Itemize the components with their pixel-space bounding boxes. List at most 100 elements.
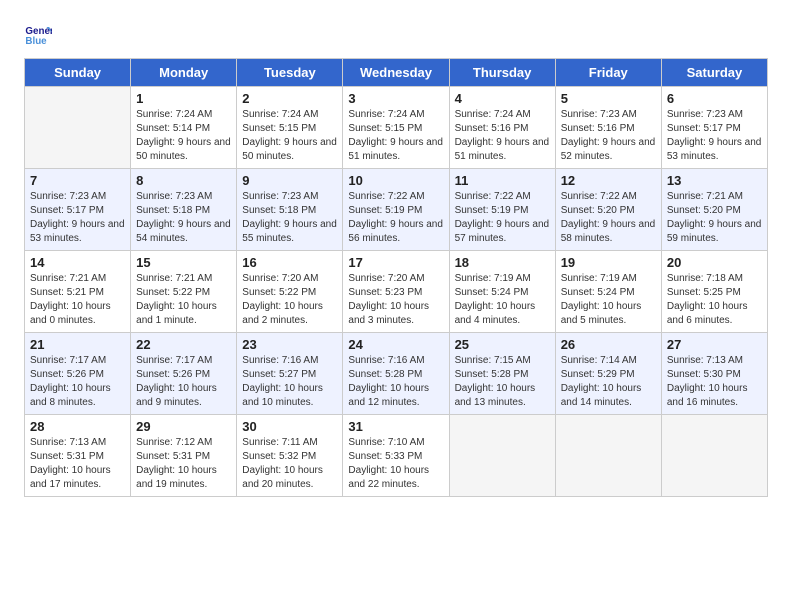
day-info: Sunrise: 7:11 AMSunset: 5:32 PMDaylight:… — [242, 436, 337, 492]
day-number: 21 — [30, 337, 125, 352]
day-number: 20 — [667, 255, 762, 270]
day-info: Sunrise: 7:21 AMSunset: 5:20 PMDaylight:… — [667, 190, 762, 246]
calendar-cell: 20 Sunrise: 7:18 AMSunset: 5:25 PMDayligh… — [661, 251, 767, 333]
calendar-cell: 1 Sunrise: 7:24 AMSunset: 5:14 PMDaylight… — [131, 87, 237, 169]
calendar-cell: 7 Sunrise: 7:23 AMSunset: 5:17 PMDaylight… — [25, 169, 131, 251]
day-info: Sunrise: 7:19 AMSunset: 5:24 PMDaylight:… — [561, 272, 656, 328]
calendar-cell: 25 Sunrise: 7:15 AMSunset: 5:28 PMDayligh… — [449, 333, 555, 415]
day-info: Sunrise: 7:18 AMSunset: 5:25 PMDaylight:… — [667, 272, 762, 328]
day-info: Sunrise: 7:23 AMSunset: 5:17 PMDaylight:… — [667, 108, 762, 164]
calendar-cell: 24 Sunrise: 7:16 AMSunset: 5:28 PMDayligh… — [343, 333, 449, 415]
day-info: Sunrise: 7:16 AMSunset: 5:28 PMDaylight:… — [348, 354, 443, 410]
weekday-header: Monday — [131, 59, 237, 87]
day-info: Sunrise: 7:13 AMSunset: 5:31 PMDaylight:… — [30, 436, 125, 492]
calendar-cell: 30 Sunrise: 7:11 AMSunset: 5:32 PMDayligh… — [237, 415, 343, 497]
calendar-cell: 26 Sunrise: 7:14 AMSunset: 5:29 PMDayligh… — [555, 333, 661, 415]
day-number: 5 — [561, 91, 656, 106]
weekday-header: Friday — [555, 59, 661, 87]
day-info: Sunrise: 7:24 AMSunset: 5:14 PMDaylight:… — [136, 108, 231, 164]
calendar-cell: 19 Sunrise: 7:19 AMSunset: 5:24 PMDayligh… — [555, 251, 661, 333]
calendar-cell: 21 Sunrise: 7:17 AMSunset: 5:26 PMDayligh… — [25, 333, 131, 415]
day-info: Sunrise: 7:14 AMSunset: 5:29 PMDaylight:… — [561, 354, 656, 410]
calendar-cell: 14 Sunrise: 7:21 AMSunset: 5:21 PMDayligh… — [25, 251, 131, 333]
day-number: 22 — [136, 337, 231, 352]
svg-text:Blue: Blue — [25, 36, 47, 47]
day-number: 7 — [30, 173, 125, 188]
day-number: 6 — [667, 91, 762, 106]
day-info: Sunrise: 7:23 AMSunset: 5:16 PMDaylight:… — [561, 108, 656, 164]
calendar-cell: 18 Sunrise: 7:19 AMSunset: 5:24 PMDayligh… — [449, 251, 555, 333]
day-number: 2 — [242, 91, 337, 106]
calendar-cell: 15 Sunrise: 7:21 AMSunset: 5:22 PMDayligh… — [131, 251, 237, 333]
weekday-header: Tuesday — [237, 59, 343, 87]
calendar-cell: 12Sunrise: 7:22 AMSunset: 5:20 PMDayligh… — [555, 169, 661, 251]
weekday-header: Thursday — [449, 59, 555, 87]
calendar-cell — [661, 415, 767, 497]
day-number: 23 — [242, 337, 337, 352]
day-number: 15 — [136, 255, 231, 270]
day-number: 9 — [242, 173, 337, 188]
day-info: Sunrise: 7:10 AMSunset: 5:33 PMDaylight:… — [348, 436, 443, 492]
day-info: Sunrise: 7:19 AMSunset: 5:24 PMDaylight:… — [455, 272, 550, 328]
calendar-cell: 17 Sunrise: 7:20 AMSunset: 5:23 PMDayligh… — [343, 251, 449, 333]
calendar-cell — [25, 87, 131, 169]
calendar-cell: 23 Sunrise: 7:16 AMSunset: 5:27 PMDayligh… — [237, 333, 343, 415]
day-number: 29 — [136, 419, 231, 434]
day-info: Sunrise: 7:13 AMSunset: 5:30 PMDaylight:… — [667, 354, 762, 410]
day-number: 17 — [348, 255, 443, 270]
day-info: Sunrise: 7:23 AMSunset: 5:17 PMDaylight:… — [30, 190, 125, 246]
day-info: Sunrise: 7:17 AMSunset: 5:26 PMDaylight:… — [136, 354, 231, 410]
calendar-cell: 31 Sunrise: 7:10 AMSunset: 5:33 PMDayligh… — [343, 415, 449, 497]
calendar-cell: 9Sunrise: 7:23 AMSunset: 5:18 PMDaylight… — [237, 169, 343, 251]
day-number: 24 — [348, 337, 443, 352]
logo-icon: General Blue — [24, 20, 52, 48]
day-info: Sunrise: 7:12 AMSunset: 5:31 PMDaylight:… — [136, 436, 231, 492]
day-info: Sunrise: 7:15 AMSunset: 5:28 PMDaylight:… — [455, 354, 550, 410]
day-number: 8 — [136, 173, 231, 188]
logo: General Blue — [24, 20, 56, 48]
calendar-cell: 5 Sunrise: 7:23 AMSunset: 5:16 PMDaylight… — [555, 87, 661, 169]
day-number: 10 — [348, 173, 443, 188]
day-info: Sunrise: 7:22 AMSunset: 5:20 PMDaylight:… — [561, 190, 656, 246]
day-number: 28 — [30, 419, 125, 434]
day-number: 26 — [561, 337, 656, 352]
day-number: 31 — [348, 419, 443, 434]
calendar-cell: 10 Sunrise: 7:22 AMSunset: 5:19 PMDayligh… — [343, 169, 449, 251]
day-info: Sunrise: 7:21 AMSunset: 5:22 PMDaylight:… — [136, 272, 231, 328]
calendar-cell: 16Sunrise: 7:20 AMSunset: 5:22 PMDayligh… — [237, 251, 343, 333]
header: General Blue — [24, 20, 768, 48]
day-number: 25 — [455, 337, 550, 352]
day-info: Sunrise: 7:24 AMSunset: 5:15 PMDaylight:… — [242, 108, 337, 164]
day-number: 3 — [348, 91, 443, 106]
calendar-cell: 2 Sunrise: 7:24 AMSunset: 5:15 PMDaylight… — [237, 87, 343, 169]
day-number: 4 — [455, 91, 550, 106]
calendar-cell — [449, 415, 555, 497]
day-info: Sunrise: 7:22 AMSunset: 5:19 PMDaylight:… — [348, 190, 443, 246]
calendar-cell: 8 Sunrise: 7:23 AMSunset: 5:18 PMDaylight… — [131, 169, 237, 251]
calendar-table: SundayMondayTuesdayWednesdayThursdayFrid… — [24, 58, 768, 497]
calendar-cell: 3 Sunrise: 7:24 AMSunset: 5:15 PMDaylight… — [343, 87, 449, 169]
day-number: 14 — [30, 255, 125, 270]
day-info: Sunrise: 7:20 AMSunset: 5:23 PMDaylight:… — [348, 272, 443, 328]
day-info: Sunrise: 7:21 AMSunset: 5:21 PMDaylight:… — [30, 272, 125, 328]
calendar-cell: 13 Sunrise: 7:21 AMSunset: 5:20 PMDayligh… — [661, 169, 767, 251]
day-info: Sunrise: 7:24 AMSunset: 5:15 PMDaylight:… — [348, 108, 443, 164]
weekday-header: Wednesday — [343, 59, 449, 87]
calendar-cell: 6 Sunrise: 7:23 AMSunset: 5:17 PMDaylight… — [661, 87, 767, 169]
day-info: Sunrise: 7:22 AMSunset: 5:19 PMDaylight:… — [455, 190, 550, 246]
calendar-cell: 22 Sunrise: 7:17 AMSunset: 5:26 PMDayligh… — [131, 333, 237, 415]
day-number: 11 — [455, 173, 550, 188]
day-info: Sunrise: 7:20 AMSunset: 5:22 PMDaylight:… — [242, 272, 337, 328]
calendar-cell: 27Sunrise: 7:13 AMSunset: 5:30 PMDayligh… — [661, 333, 767, 415]
calendar-cell: 29 Sunrise: 7:12 AMSunset: 5:31 PMDayligh… — [131, 415, 237, 497]
day-number: 1 — [136, 91, 231, 106]
day-info: Sunrise: 7:16 AMSunset: 5:27 PMDaylight:… — [242, 354, 337, 410]
day-number: 18 — [455, 255, 550, 270]
day-number: 19 — [561, 255, 656, 270]
calendar-cell: 11 Sunrise: 7:22 AMSunset: 5:19 PMDayligh… — [449, 169, 555, 251]
day-number: 13 — [667, 173, 762, 188]
day-number: 30 — [242, 419, 337, 434]
day-info: Sunrise: 7:17 AMSunset: 5:26 PMDaylight:… — [30, 354, 125, 410]
day-info: Sunrise: 7:23 AMSunset: 5:18 PMDaylight:… — [136, 190, 231, 246]
weekday-header: Sunday — [25, 59, 131, 87]
